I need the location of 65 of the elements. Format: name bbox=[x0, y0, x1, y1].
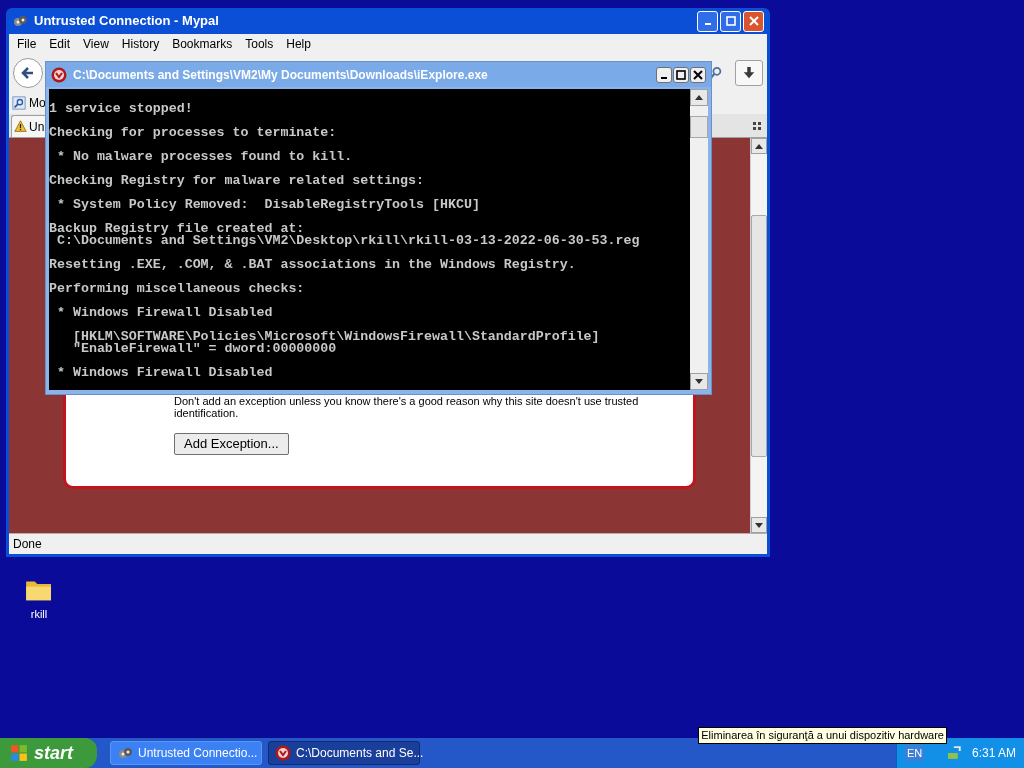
folder-icon[interactable] bbox=[25, 578, 53, 602]
menu-item[interactable]: Edit bbox=[44, 35, 76, 53]
console-line: Checking Registry for malware related settings: bbox=[49, 175, 425, 187]
menu-item[interactable]: File bbox=[12, 35, 42, 53]
menu-item[interactable]: View bbox=[78, 35, 114, 53]
flag-icon bbox=[10, 744, 28, 762]
maximize-button[interactable] bbox=[673, 66, 689, 83]
bookmark-item[interactable]: Mo bbox=[29, 94, 46, 112]
browser-logo-icon bbox=[117, 745, 133, 761]
menu-item[interactable]: History bbox=[116, 35, 165, 53]
console-line: "EnableFirewall" = dword:00000000 bbox=[71, 343, 337, 355]
window-title: C:\Documents and Settings\VM2\My Documents\Downloads\iExplore.exe bbox=[73, 66, 489, 84]
maximize-icon bbox=[725, 16, 736, 26]
taskbar-task[interactable]: Untrusted Connectio... bbox=[110, 741, 262, 765]
menu-item[interactable]: Tools bbox=[240, 35, 279, 53]
console-line: 1 service stopped! bbox=[49, 103, 193, 115]
menu-item[interactable]: Bookmarks bbox=[167, 35, 238, 53]
console-line: Resetting .EXE, .COM, & .BAT associations in the Windows Registry. bbox=[49, 259, 576, 271]
close-button[interactable] bbox=[690, 66, 706, 83]
downloads-button[interactable] bbox=[735, 60, 763, 86]
download-arrow-icon bbox=[742, 66, 756, 80]
scroll-down-icon[interactable] bbox=[755, 522, 763, 528]
back-button[interactable] bbox=[13, 58, 43, 88]
console-line: C:\Documents and Settings\VM2\Desktop\rkill\rkill-03-13-2022-06-30-53.reg bbox=[56, 235, 640, 247]
console-line: * No malware processes found to kill. bbox=[55, 151, 353, 163]
menu-item[interactable]: Help bbox=[281, 35, 316, 53]
browser-tab[interactable]: Un bbox=[11, 115, 45, 137]
console-line: * Windows Firewall Disabled bbox=[55, 307, 273, 319]
console-app-icon bbox=[275, 745, 291, 761]
minimize-icon bbox=[661, 76, 667, 79]
close-icon bbox=[748, 16, 759, 26]
browser-logo-icon bbox=[12, 13, 28, 29]
console-line: Backup Registry file created at: bbox=[49, 223, 305, 235]
console-app-icon bbox=[51, 66, 67, 83]
back-arrow-icon bbox=[20, 65, 36, 81]
warning-icon bbox=[14, 120, 27, 133]
search-icon[interactable] bbox=[709, 65, 723, 81]
page-scrollbar[interactable] bbox=[750, 138, 767, 533]
close-icon bbox=[693, 69, 703, 80]
console-line: [HKLM\SOFTWARE\Policies\Microsoft\WindowsFirewall\StandardProfile] bbox=[71, 331, 600, 343]
scroll-up-icon[interactable] bbox=[755, 143, 763, 149]
magnifier-page-icon bbox=[12, 96, 26, 110]
window-title: Untrusted Connection - Mypal bbox=[34, 12, 220, 31]
console-scrollbar[interactable] bbox=[690, 89, 708, 390]
console-line: Performing miscellaneous checks: bbox=[49, 283, 305, 295]
console-line: * Windows Firewall Disabled bbox=[55, 367, 273, 379]
maximize-icon bbox=[676, 69, 686, 80]
console-line: * System Policy Removed: DisableRegistryTools [HKCU] bbox=[55, 199, 480, 211]
clock: 6:31 AM bbox=[971, 745, 1016, 762]
scrollbar-thumb[interactable] bbox=[690, 116, 708, 138]
status-text: Done bbox=[13, 536, 42, 553]
language-indicator[interactable]: EN bbox=[905, 744, 925, 762]
scroll-up-icon[interactable] bbox=[695, 95, 703, 100]
warning-text: Don't add an exception unless you know there's a good reason why this site doesn't use trusted identification. bbox=[174, 395, 640, 419]
minimize-button[interactable] bbox=[656, 66, 672, 83]
tab-list-icon[interactable] bbox=[752, 121, 762, 131]
scrollbar-thumb[interactable] bbox=[751, 214, 767, 457]
hardware-device-icon[interactable] bbox=[946, 745, 962, 761]
add-exception-button[interactable]: Add Exception... bbox=[174, 433, 289, 455]
scroll-down-icon[interactable] bbox=[695, 379, 703, 384]
desktop-icon-label[interactable]: rkill bbox=[30, 606, 48, 623]
minimize-icon bbox=[704, 23, 711, 25]
tooltip: Eliminarea în siguranţă a unui dispozitiv hardware bbox=[698, 727, 947, 744]
start-button[interactable]: start bbox=[0, 738, 97, 768]
console-line: Checking for processes to terminate: bbox=[49, 127, 337, 139]
